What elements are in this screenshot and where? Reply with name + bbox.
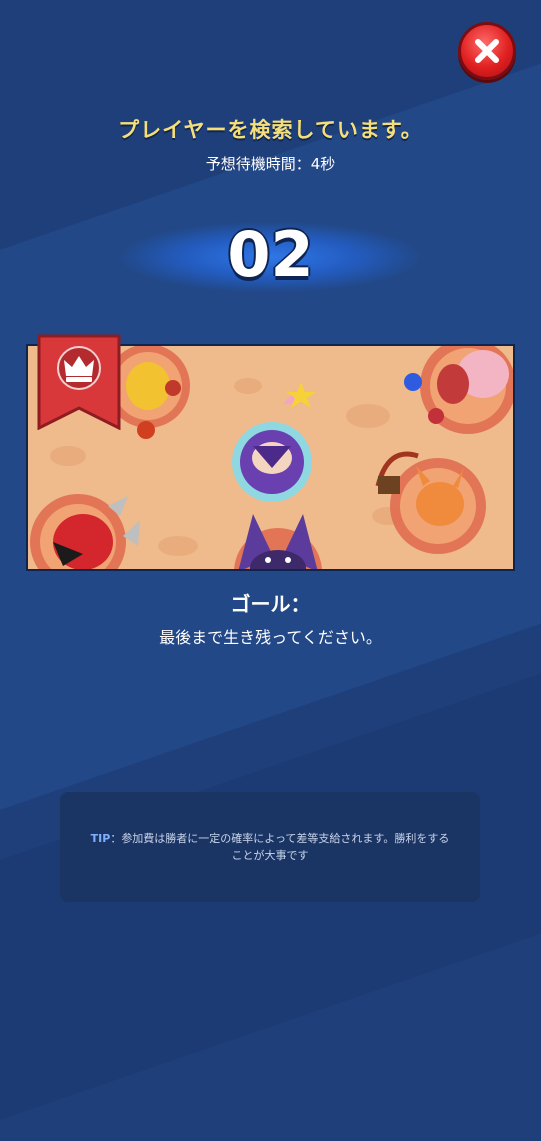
page-title: プレイヤーを検索しています。: [118, 118, 423, 142]
countdown-number: 02: [227, 218, 314, 291]
goal-label: ゴール：: [230, 592, 311, 616]
close-icon: [475, 39, 499, 63]
enemy-character-top-right: [404, 346, 513, 434]
mode-banner: [37, 334, 121, 431]
tip-separator: ：: [110, 832, 122, 845]
enemy-character-bottom-left: [30, 494, 140, 569]
close-button[interactable]: [458, 22, 516, 80]
enemy-character-right: [375, 451, 486, 554]
tip-text: 参加費は勝者に一定の確率によって差等支給されます。勝利をすることが大事です: [121, 832, 450, 862]
goal-description: 最後まで生き残ってください。: [159, 628, 382, 647]
wait-time-text: 予想待機時間：4秒: [205, 155, 336, 173]
player-character: [232, 382, 316, 502]
enemy-character-bottom-center: [234, 514, 322, 569]
tip-key: TIP: [90, 832, 111, 845]
tip-box: TIP：参加費は勝者に一定の確率によって差等支給されます。勝利をすることが大事で…: [60, 792, 480, 902]
